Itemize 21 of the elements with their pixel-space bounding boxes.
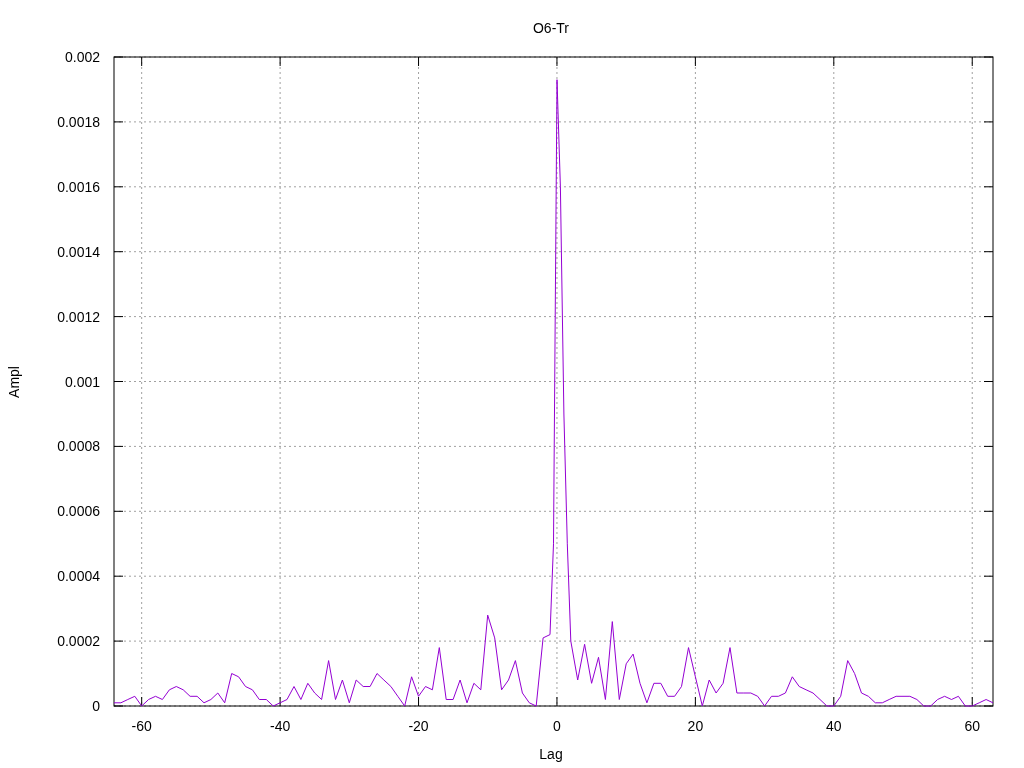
axis-label: Lag — [539, 746, 563, 762]
chart-title: O6-Tr — [533, 20, 569, 36]
axis-label: Ampl — [6, 366, 22, 398]
tick-label: -60 — [131, 718, 152, 734]
tick-label: 0.0012 — [57, 308, 100, 325]
tick-label: 0.0002 — [57, 633, 100, 650]
tick-label: 0.0016 — [57, 178, 100, 195]
tick-label: 60 — [964, 718, 981, 734]
tick-label: 0.0004 — [57, 568, 100, 585]
tick-label: -40 — [270, 718, 291, 734]
tick-label: 0 — [92, 698, 100, 714]
tick-label: 0.0018 — [57, 113, 100, 130]
tick-label: 0.0008 — [57, 438, 100, 455]
tick-label: 0.0006 — [57, 503, 100, 520]
tick-label: 0.0014 — [57, 243, 100, 260]
tick-label: 40 — [826, 718, 842, 734]
tick-label: 20 — [687, 718, 704, 734]
tick-label: 0 — [553, 718, 561, 734]
tick-label: 0.001 — [64, 373, 100, 390]
tick-label: -20 — [408, 718, 429, 734]
tick-label: 0.002 — [64, 49, 100, 65]
